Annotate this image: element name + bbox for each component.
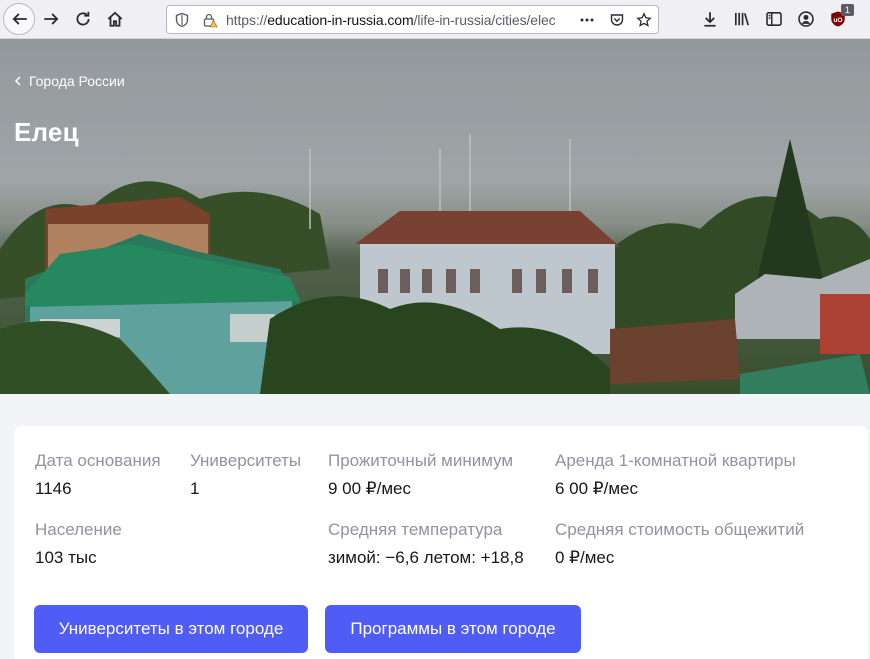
founded-value: 1146	[35, 479, 72, 498]
population-value: 103 тыс	[35, 548, 97, 567]
universities-value: 1	[190, 479, 200, 498]
hero-overlay	[0, 39, 870, 394]
insecure-lock-warning-icon[interactable]	[201, 11, 219, 29]
page-title: Елец	[14, 117, 79, 147]
rent-label: Аренда 1-комнатной квартиры	[555, 451, 796, 470]
url-host: education-in-russia.com	[267, 12, 414, 28]
downloads-icon[interactable]	[697, 6, 723, 32]
pocket-icon[interactable]	[608, 11, 626, 29]
address-bar[interactable]: https://education-in-russia.com/life-in-…	[166, 5, 659, 34]
url-scheme: https://	[226, 12, 268, 28]
breadcrumb-link[interactable]: Города России	[29, 73, 125, 89]
account-icon[interactable]	[793, 6, 819, 32]
dorm-cost-label: Средняя стоимость общежитий	[555, 520, 805, 539]
ublock-count-badge: 1	[841, 4, 854, 16]
universities-in-city-button[interactable]: Университеты в этом городе	[34, 605, 308, 653]
bookmark-star-icon[interactable]	[635, 11, 653, 29]
library-icon[interactable]	[729, 6, 755, 32]
sidebar-icon[interactable]	[761, 6, 787, 32]
forward-arrow-icon[interactable]	[38, 6, 64, 32]
universities-label: Университеты	[190, 451, 302, 470]
population-label: Население	[35, 520, 122, 539]
temperature-label: Средняя температура	[328, 520, 503, 539]
dorm-cost-value: 0 ₽/мес	[555, 548, 615, 567]
city-hero-image: Города России Елец	[0, 39, 870, 394]
browser-toolbar: https://education-in-russia.com/life-in-…	[0, 0, 870, 39]
rent-value: 6 00 ₽/мес	[555, 479, 638, 498]
tracking-shield-icon[interactable]	[173, 11, 191, 29]
page-actions-menu-icon[interactable]	[578, 11, 596, 29]
back-arrow-icon[interactable]	[7, 6, 33, 32]
breadcrumb[interactable]: Города России	[14, 73, 125, 89]
url-path: /life-in-russia/cities/elec	[413, 12, 556, 28]
home-icon[interactable]	[102, 6, 128, 32]
chevron-left-icon	[14, 76, 21, 86]
url-text[interactable]: https://education-in-russia.com/life-in-…	[226, 12, 556, 28]
founded-label: Дата основания	[35, 451, 161, 470]
programs-in-city-button[interactable]: Программы в этом городе	[325, 605, 581, 653]
svg-text:uO: uO	[833, 17, 842, 24]
temperature-value: зимой: −6,6 летом: +18,8	[328, 548, 524, 567]
reload-icon[interactable]	[70, 6, 96, 32]
living-wage-value: 9 00 ₽/мес	[328, 479, 411, 498]
city-facts-card: Дата основания 1146 Университеты 1 Прожи…	[14, 426, 868, 659]
living-wage-label: Прожиточный минимум	[328, 451, 514, 470]
